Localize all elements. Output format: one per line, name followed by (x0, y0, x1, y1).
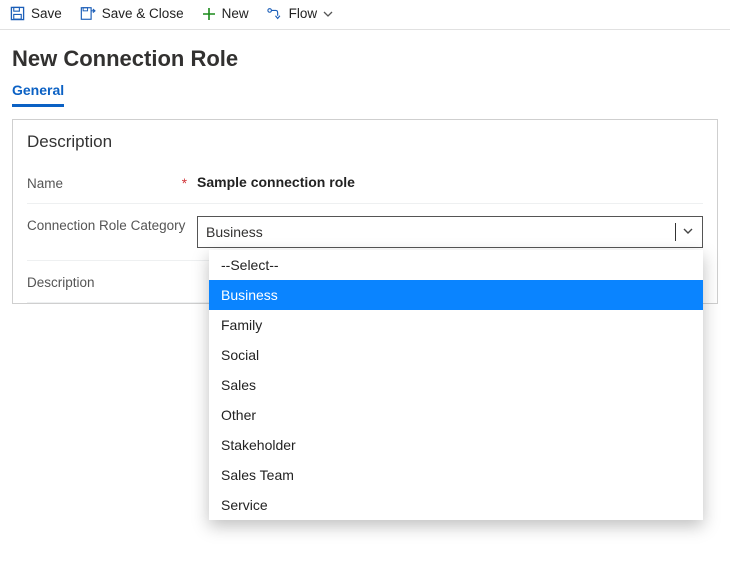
label-category: Connection Role Category (27, 218, 185, 233)
dropdown-option[interactable]: Sales (209, 370, 703, 400)
chevron-down-icon (682, 224, 694, 240)
plus-icon (202, 7, 216, 21)
category-select[interactable]: Business (197, 216, 703, 248)
new-label: New (222, 6, 249, 21)
name-field[interactable]: Sample connection role (197, 174, 355, 190)
label-description: Description (27, 275, 95, 290)
save-close-icon (80, 6, 96, 21)
dropdown-option[interactable]: Other (209, 400, 703, 430)
page-title: New Connection Role (0, 30, 730, 82)
category-select-value: Business (206, 224, 263, 240)
flow-button[interactable]: Flow (267, 6, 334, 21)
tab-strip: General (0, 82, 730, 107)
flow-icon (267, 7, 283, 21)
dropdown-option[interactable]: Family (209, 310, 703, 340)
dropdown-option[interactable]: --Select-- (209, 250, 703, 280)
save-close-label: Save & Close (102, 6, 184, 21)
required-indicator: * (182, 176, 197, 191)
chevron-down-icon (323, 9, 333, 19)
flow-label: Flow (289, 6, 318, 21)
dropdown-option[interactable]: Social (209, 340, 703, 370)
save-icon (10, 6, 25, 21)
dropdown-option[interactable]: Service (209, 490, 703, 520)
save-close-button[interactable]: Save & Close (80, 6, 184, 21)
description-panel: Description Name * Sample connection rol… (12, 119, 718, 304)
tab-general[interactable]: General (12, 82, 64, 107)
dropdown-option[interactable]: Sales Team (209, 460, 703, 490)
dropdown-option[interactable]: Stakeholder (209, 430, 703, 460)
command-bar: Save Save & Close New Flow (0, 0, 730, 30)
category-dropdown: --Select--BusinessFamilySocialSalesOther… (209, 250, 703, 520)
save-label: Save (31, 6, 62, 21)
dropdown-option[interactable]: Business (209, 280, 703, 310)
text-cursor (675, 223, 676, 241)
row-name: Name * Sample connection role (27, 162, 703, 204)
save-button[interactable]: Save (10, 6, 62, 21)
section-title: Description (27, 130, 703, 162)
label-name: Name (27, 176, 63, 191)
new-button[interactable]: New (202, 6, 249, 21)
